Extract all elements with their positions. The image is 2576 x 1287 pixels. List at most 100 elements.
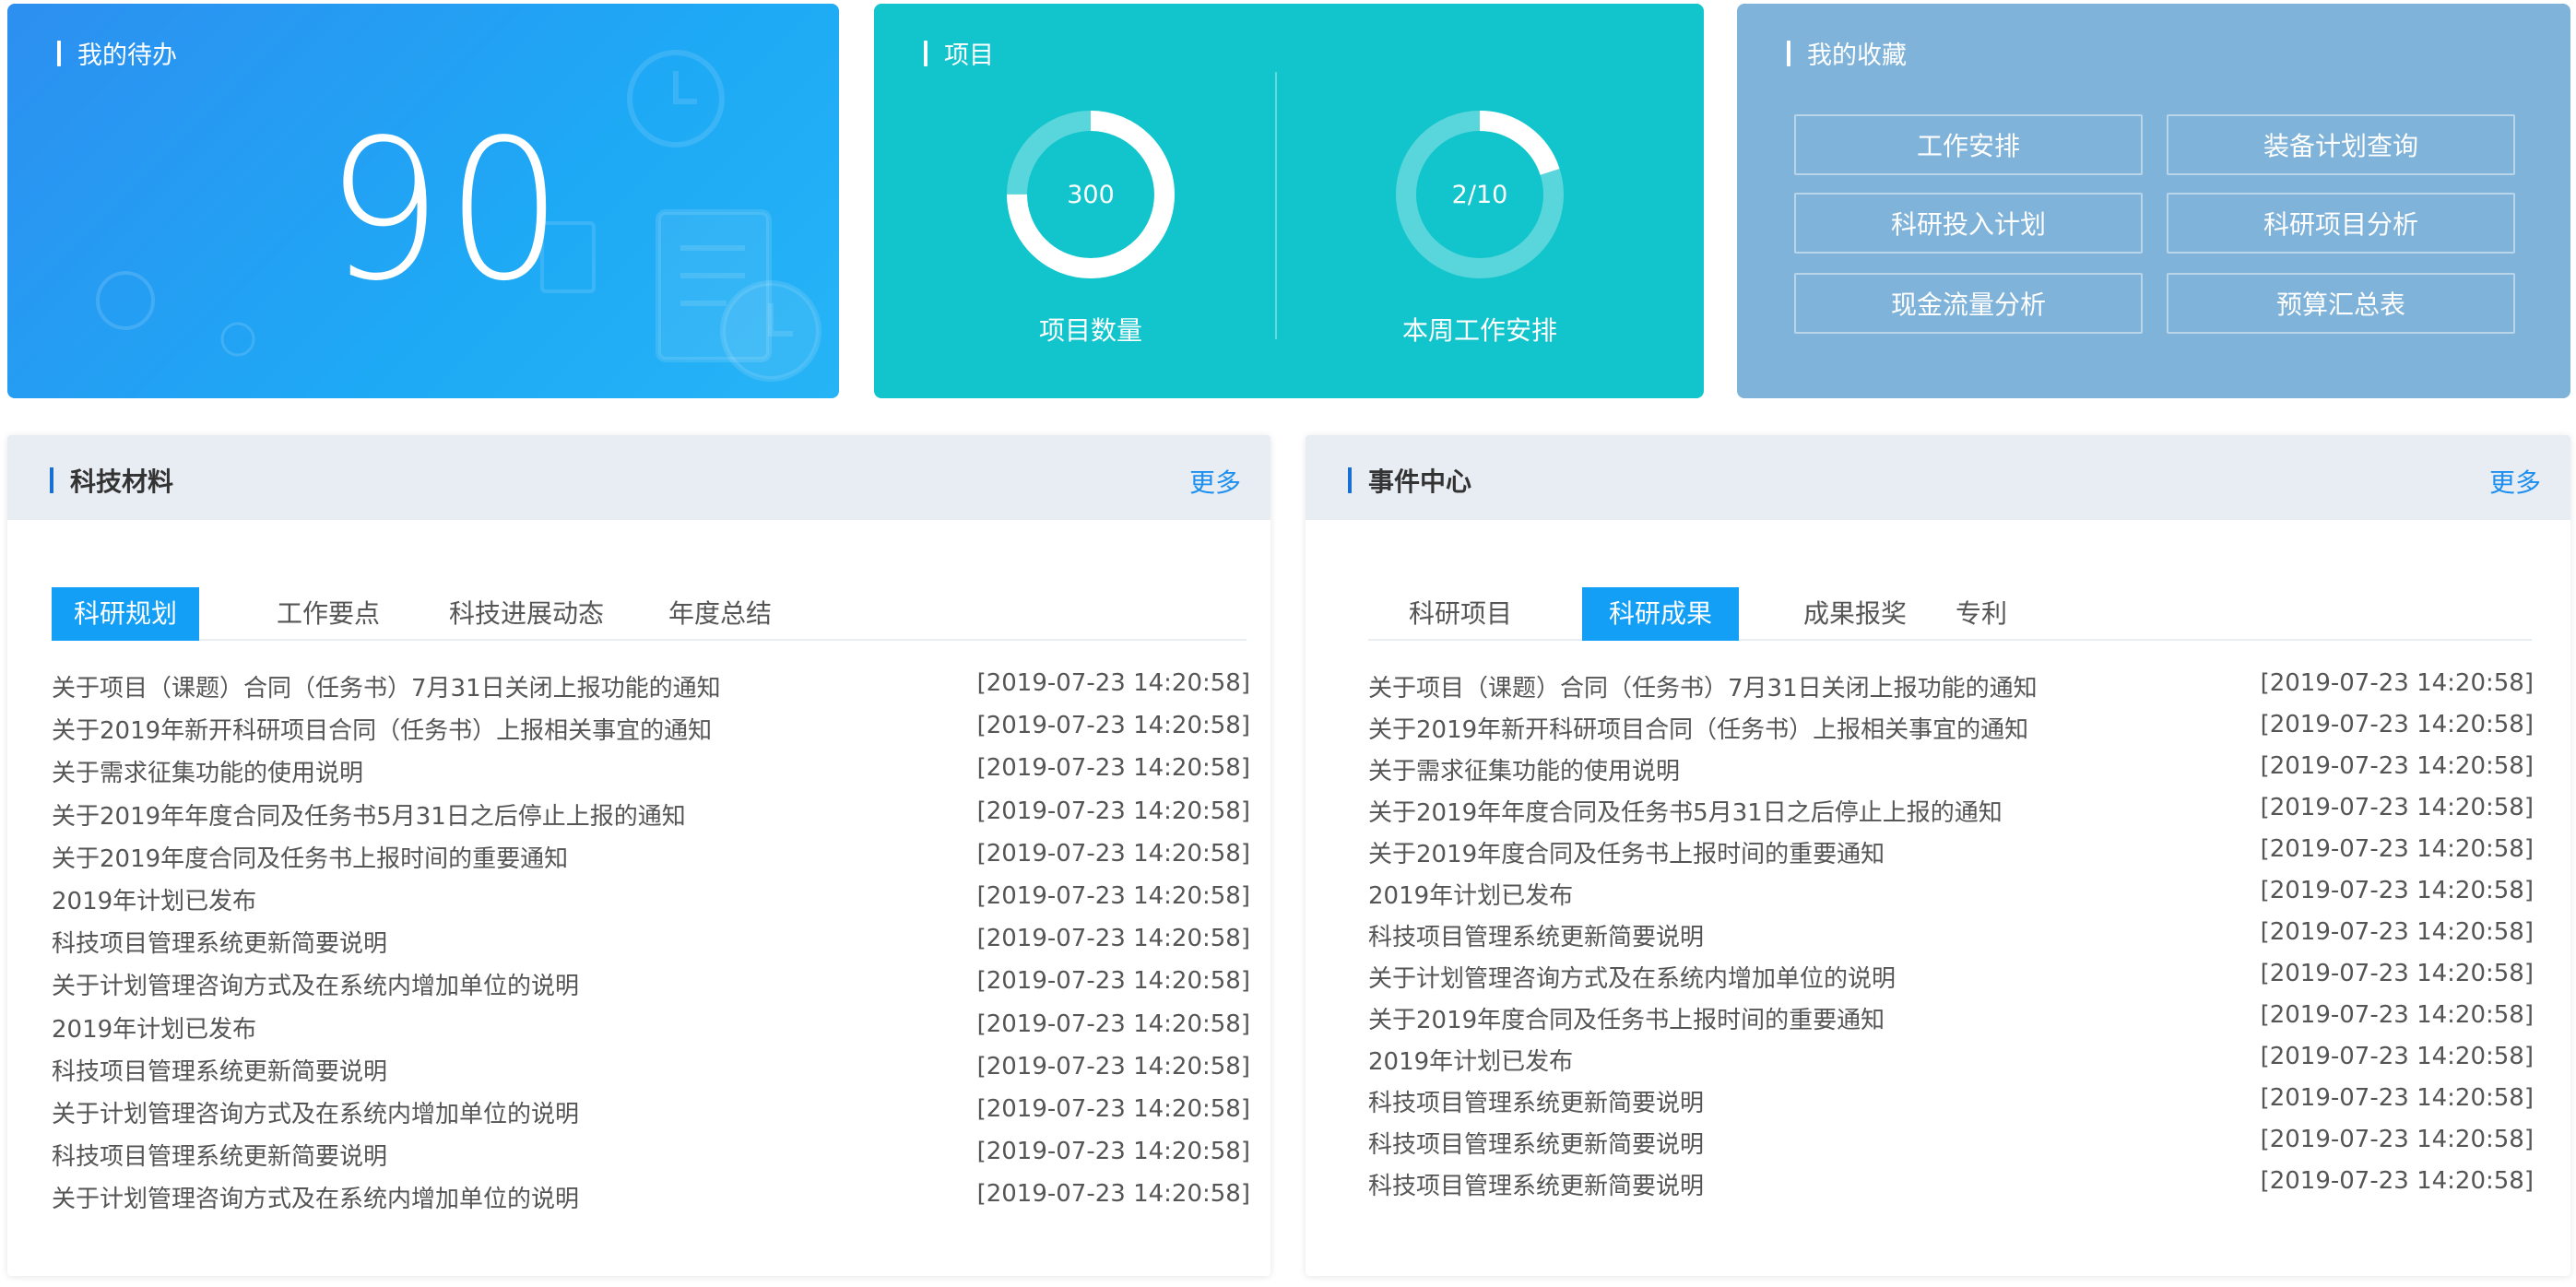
list-item-title[interactable]: 2019年计划已发布 — [52, 1010, 256, 1047]
list-item[interactable]: 关于需求征集功能的使用说明 [2019-07-23 14:20:58] — [1368, 752, 2534, 789]
bubble-decoration — [220, 322, 255, 357]
favorite-button[interactable]: 科研投入计划 — [1794, 193, 2143, 254]
clock-icon — [627, 50, 725, 148]
list-item[interactable]: 2019年计划已发布 [2019-07-23 14:20:58] — [1368, 1043, 2534, 1080]
list-item-title[interactable]: 关于计划管理咨询方式及在系统内增加单位的说明 — [1368, 960, 1896, 997]
materials-panel: 科技材料 更多 科研规划 工作要点 科技进展动态 年度总结 关于项目（课题）合同… — [7, 435, 1270, 1276]
list-item-title[interactable]: 科技项目管理系统更新简要说明 — [1368, 1167, 1704, 1204]
tab-patents[interactable]: 专利 — [1921, 587, 2041, 641]
list-item-title[interactable]: 科技项目管理系统更新简要说明 — [1368, 1126, 1704, 1163]
panel-title: 事件中心 — [1348, 462, 1471, 499]
favorite-button[interactable]: 科研项目分析 — [2167, 193, 2515, 254]
tab-research-planning[interactable]: 科研规划 — [52, 587, 199, 641]
list-item-date: [2019-07-23 14:20:58] — [976, 1138, 1250, 1166]
list-item-title[interactable]: 关于需求征集功能的使用说明 — [52, 754, 363, 791]
title-accent-bar — [57, 40, 61, 66]
list-item[interactable]: 关于2019年度合同及任务书上报时间的重要通知 [2019-07-23 14:20… — [52, 840, 1250, 877]
favorite-button[interactable]: 预算汇总表 — [2167, 273, 2515, 334]
list-item-title[interactable]: 2019年计划已发布 — [1368, 1043, 1573, 1080]
list-item-title[interactable]: 关于计划管理咨询方式及在系统内增加单位的说明 — [52, 1095, 579, 1132]
project-title: 项目 — [924, 35, 994, 71]
list-item[interactable]: 关于计划管理咨询方式及在系统内增加单位的说明 [2019-07-23 14:20:… — [52, 1095, 1250, 1132]
project-count-ring[interactable]: 300 — [1003, 107, 1178, 282]
list-item-date: [2019-07-23 14:20:58] — [2260, 1167, 2534, 1195]
tab-progress-news[interactable]: 科技进展动态 — [411, 587, 642, 641]
tab-research-projects[interactable]: 科研项目 — [1368, 587, 1553, 641]
favorite-button[interactable]: 现金流量分析 — [1794, 273, 2143, 334]
list-item-date: [2019-07-23 14:20:58] — [2260, 918, 2534, 946]
panel-header: 科技材料 更多 — [7, 435, 1270, 520]
list-item[interactable]: 关于2019年年度合同及任务书5月31日之后停止上报的通知 [2019-07-23… — [1368, 794, 2534, 831]
list-item[interactable]: 科技项目管理系统更新简要说明 [2019-07-23 14:20:58] — [1368, 1084, 2534, 1121]
list-item-title[interactable]: 科技项目管理系统更新简要说明 — [1368, 918, 1704, 955]
list-item-date: [2019-07-23 14:20:58] — [2260, 877, 2534, 904]
list-item-title[interactable]: 科技项目管理系统更新简要说明 — [1368, 1084, 1704, 1121]
title-accent-bar — [1348, 467, 1352, 493]
list-item-date: [2019-07-23 14:20:58] — [2260, 835, 2534, 863]
list-item-title[interactable]: 关于2019年新开科研项目合同（任务书）上报相关事宜的通知 — [1368, 711, 2028, 748]
list-item[interactable]: 关于需求征集功能的使用说明 [2019-07-23 14:20:58] — [52, 754, 1250, 791]
list-item[interactable]: 科技项目管理系统更新简要说明 [2019-07-23 14:20:58] — [1368, 918, 2534, 955]
title-accent-bar — [1787, 40, 1790, 66]
todo-card[interactable]: 我的待办 90 — [7, 4, 839, 398]
list-item[interactable]: 关于项目（课题）合同（任务书）7月31日关闭上报功能的通知 [2019-07-23… — [52, 669, 1250, 706]
materials-title-text: 科技材料 — [70, 466, 174, 497]
list-item-title[interactable]: 2019年计划已发布 — [1368, 877, 1573, 914]
list-item-title[interactable]: 关于2019年年度合同及任务书5月31日之后停止上报的通知 — [52, 797, 686, 834]
list-item-title[interactable]: 关于2019年度合同及任务书上报时间的重要通知 — [1368, 1001, 1885, 1038]
list-item[interactable]: 科技项目管理系统更新简要说明 [2019-07-23 14:20:58] — [52, 1053, 1250, 1090]
more-link[interactable]: 更多 — [2489, 463, 2541, 500]
list-item[interactable]: 关于2019年度合同及任务书上报时间的重要通知 [2019-07-23 14:20… — [1368, 835, 2534, 872]
favorite-button[interactable]: 装备计划查询 — [2167, 114, 2515, 175]
tab-research-results[interactable]: 科研成果 — [1582, 587, 1739, 641]
list-item[interactable]: 关于计划管理咨询方式及在系统内增加单位的说明 [2019-07-23 14:20:… — [1368, 960, 2534, 997]
list-item[interactable]: 关于计划管理咨询方式及在系统内增加单位的说明 [2019-07-23 14:20:… — [52, 967, 1250, 1004]
tab-annual-summary[interactable]: 年度总结 — [632, 587, 808, 641]
list-item-title[interactable]: 关于2019年年度合同及任务书5月31日之后停止上报的通知 — [1368, 794, 2003, 831]
list-item[interactable]: 关于计划管理咨询方式及在系统内增加单位的说明 [2019-07-23 14:20:… — [52, 1180, 1250, 1217]
list-item[interactable]: 关于2019年新开科研项目合同（任务书）上报相关事宜的通知 [2019-07-23… — [52, 712, 1250, 749]
list-item-title[interactable]: 关于项目（课题）合同（任务书）7月31日关闭上报功能的通知 — [1368, 669, 2038, 706]
list-item[interactable]: 科技项目管理系统更新简要说明 [2019-07-23 14:20:58] — [1368, 1167, 2534, 1204]
list-item-title[interactable]: 科技项目管理系统更新简要说明 — [52, 1053, 387, 1090]
list-item[interactable]: 关于2019年度合同及任务书上报时间的重要通知 [2019-07-23 14:20… — [1368, 1001, 2534, 1038]
list-item[interactable]: 关于项目（课题）合同（任务书）7月31日关闭上报功能的通知 [2019-07-23… — [1368, 669, 2534, 706]
list-item[interactable]: 科技项目管理系统更新简要说明 [2019-07-23 14:20:58] — [52, 1138, 1250, 1175]
list-item[interactable]: 关于2019年新开科研项目合同（任务书）上报相关事宜的通知 [2019-07-23… — [1368, 711, 2534, 748]
project-title-text: 项目 — [944, 41, 994, 70]
list-item-title[interactable]: 关于2019年度合同及任务书上报时间的重要通知 — [1368, 835, 1885, 872]
list-item[interactable]: 科技项目管理系统更新简要说明 [2019-07-23 14:20:58] — [1368, 1126, 2534, 1163]
divider — [1275, 72, 1277, 339]
todo-count[interactable]: 90 — [325, 114, 566, 308]
list-item[interactable]: 关于2019年年度合同及任务书5月31日之后停止上报的通知 [2019-07-23… — [52, 797, 1250, 834]
ring-label: 项目数量 — [1038, 315, 1142, 346]
favorites-title: 我的收藏 — [1787, 35, 1907, 71]
list-item-title[interactable]: 关于2019年度合同及任务书上报时间的重要通知 — [52, 840, 568, 877]
favorites-card: 我的收藏 工作安排 装备计划查询 科研投入计划 科研项目分析 现金流量分析 预算… — [1737, 4, 2570, 398]
more-link[interactable]: 更多 — [1189, 463, 1241, 500]
list-item-date: [2019-07-23 14:20:58] — [976, 797, 1250, 825]
list-item-title[interactable]: 关于需求征集功能的使用说明 — [1368, 752, 1680, 789]
list-item[interactable]: 科技项目管理系统更新简要说明 [2019-07-23 14:20:58] — [52, 925, 1250, 962]
list-item-date: [2019-07-23 14:20:58] — [976, 1180, 1250, 1209]
ring-value: 2/10 — [1451, 180, 1508, 209]
tab-result-awards[interactable]: 成果报奖 — [1772, 587, 1938, 641]
events-tabs: 科研项目 科研成果 成果报奖 专利 — [1368, 587, 2532, 641]
list-item-title[interactable]: 关于项目（课题）合同（任务书）7月31日关闭上报功能的通知 — [52, 669, 721, 706]
list-item[interactable]: 2019年计划已发布 [2019-07-23 14:20:58] — [52, 882, 1250, 919]
weekly-work-ring[interactable]: 2/10 — [1392, 107, 1567, 282]
list-item-date: [2019-07-23 14:20:58] — [976, 839, 1250, 868]
list-item-title[interactable]: 关于计划管理咨询方式及在系统内增加单位的说明 — [52, 1180, 579, 1217]
list-item[interactable]: 2019年计划已发布 [2019-07-23 14:20:58] — [1368, 877, 2534, 914]
panel-header: 事件中心 更多 — [1306, 435, 2570, 520]
title-accent-bar — [924, 40, 928, 66]
list-item[interactable]: 2019年计划已发布 [2019-07-23 14:20:58] — [52, 1010, 1250, 1047]
list-item-title[interactable]: 2019年计划已发布 — [52, 882, 256, 919]
tab-work-points[interactable]: 工作要点 — [236, 587, 420, 641]
list-item-title[interactable]: 关于计划管理咨询方式及在系统内增加单位的说明 — [52, 967, 579, 1004]
list-item-title[interactable]: 关于2019年新开科研项目合同（任务书）上报相关事宜的通知 — [52, 712, 712, 749]
todo-title-text: 我的待办 — [77, 41, 177, 70]
list-item-title[interactable]: 科技项目管理系统更新简要说明 — [52, 925, 387, 962]
list-item-title[interactable]: 科技项目管理系统更新简要说明 — [52, 1138, 387, 1175]
favorite-button[interactable]: 工作安排 — [1794, 114, 2143, 175]
